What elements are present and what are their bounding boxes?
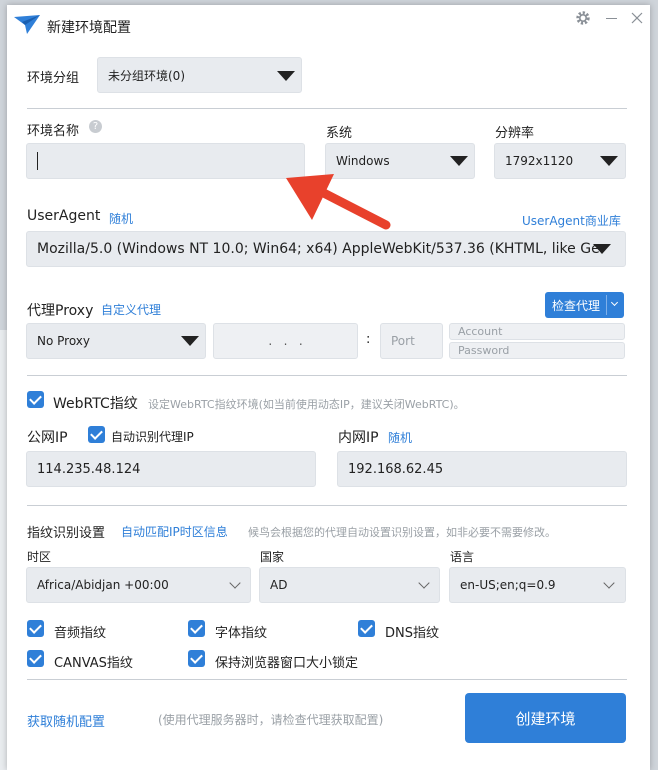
divider <box>27 108 627 109</box>
canvas-fingerprint-checkbox[interactable] <box>27 650 44 667</box>
button-divider <box>606 295 607 315</box>
language-value: en-US;en;q=0.9 <box>460 578 556 592</box>
help-icon: ? <box>89 120 102 133</box>
font-fingerprint-checkbox[interactable] <box>188 620 205 637</box>
divider <box>27 679 627 680</box>
auto-match-timezone-link[interactable]: 自动匹配IP时区信息 <box>121 523 228 540</box>
timezone-label: 时区 <box>27 550 52 564</box>
country-select[interactable]: AD <box>259 567 440 603</box>
window-title: 新建环境配置 <box>47 20 131 36</box>
canvas-fingerprint-label: CANVAS指纹 <box>54 656 133 671</box>
chevron-down-icon <box>277 71 295 81</box>
public-ip-value: 114.235.48.124 <box>37 461 141 477</box>
dns-fingerprint-checkbox[interactable] <box>358 620 375 637</box>
chevron-down-icon <box>593 244 611 254</box>
settings-gear-icon[interactable] <box>575 10 591 26</box>
proxy-port-input[interactable]: Port <box>380 323 443 359</box>
audio-fingerprint-checkbox[interactable] <box>27 620 44 637</box>
resolution-label: 分辨率 <box>495 126 535 141</box>
proxy-password-placeholder: Password <box>458 344 510 357</box>
colon-separator: : <box>366 332 371 347</box>
resolution-select-value: 1792x1120 <box>505 154 574 168</box>
proxy-label: 代理Proxy <box>27 303 94 319</box>
audio-fingerprint-label: 音频指纹 <box>54 626 107 641</box>
proxy-password-input[interactable]: Password <box>449 342 625 359</box>
proxy-ip-input[interactable]: . . . <box>213 323 358 359</box>
private-ip-input[interactable]: 192.168.62.45 <box>337 451 627 487</box>
webrtc-hint: 设定WebRTC指纹环境(如当前使用动态IP，建议关闭WebRTC)。 <box>148 398 465 411</box>
app-logo-icon <box>14 15 40 34</box>
lock-window-size-checkbox[interactable] <box>188 650 205 667</box>
group-select-value: 未分组环境(0) <box>108 68 185 83</box>
divider <box>27 505 627 506</box>
fingerprint-hint: 候鸟会根据您的代理自动设置识别设置，如非必要不需要修改。 <box>248 526 556 539</box>
private-ip-label: 内网IP <box>338 430 379 446</box>
random-config-link[interactable]: 获取随机配置 <box>27 711 105 730</box>
chevron-down-icon <box>450 156 468 166</box>
env-name-label: 环境名称 <box>27 124 80 139</box>
proxy-type-value: No Proxy <box>37 334 91 348</box>
fingerprint-label: 指纹识别设置 <box>27 526 106 541</box>
private-ip-value: 192.168.62.45 <box>348 461 444 477</box>
public-ip-label: 公网IP <box>27 430 68 446</box>
custom-proxy-link[interactable]: 自定义代理 <box>101 301 161 318</box>
font-fingerprint-label: 字体指纹 <box>215 626 268 641</box>
proxy-account-placeholder: Account <box>458 325 503 338</box>
proxy-type-select[interactable]: No Proxy <box>26 323 206 359</box>
useragent-select[interactable]: Mozilla/5.0 (Windows NT 10.0; Win64; x64… <box>26 231 626 267</box>
new-environment-dialog: 新建环境配置 环境分组 未分组环境(0) 环境名称 ? 系统 Windows 分… <box>7 5 650 770</box>
language-select[interactable]: en-US;en;q=0.9 <box>449 567 626 603</box>
create-environment-button[interactable]: 创建环境 <box>465 693 626 743</box>
check-proxy-label: 检查代理 <box>552 299 601 313</box>
footer-note: (使用代理服务器时，请检查代理获取配置) <box>158 713 384 727</box>
useragent-select-value: Mozilla/5.0 (Windows NT 10.0; Win64; x64… <box>37 241 600 257</box>
group-label: 环境分组 <box>27 71 80 86</box>
timezone-value: Africa/Abidjan +00:00 <box>37 578 169 592</box>
system-select-value: Windows <box>336 154 390 168</box>
proxy-port-placeholder: Port <box>391 334 415 348</box>
chevron-down-icon <box>610 298 619 307</box>
webrtc-label: WebRTC指纹 <box>53 396 138 412</box>
proxy-account-input[interactable]: Account <box>449 323 625 340</box>
useragent-random-link[interactable]: 随机 <box>109 210 133 227</box>
useragent-label: UserAgent <box>27 208 101 224</box>
dns-fingerprint-label: DNS指纹 <box>385 626 439 641</box>
text-cursor <box>37 152 38 170</box>
private-ip-random-link[interactable]: 随机 <box>388 429 412 446</box>
system-label: 系统 <box>326 126 353 141</box>
check-proxy-button[interactable]: 检查代理 <box>545 292 624 318</box>
minimize-icon[interactable] <box>606 18 617 19</box>
webrtc-checkbox[interactable] <box>27 391 44 408</box>
public-ip-input[interactable]: 114.235.48.124 <box>26 451 316 487</box>
create-environment-label: 创建环境 <box>515 709 576 728</box>
chevron-down-icon <box>600 156 618 166</box>
language-label: 语言 <box>450 550 475 564</box>
lock-window-size-label: 保持浏览器窗口大小锁定 <box>215 656 359 671</box>
chevron-down-icon <box>181 336 199 346</box>
background-window-edge <box>0 330 7 770</box>
group-select[interactable]: 未分组环境(0) <box>97 57 302 93</box>
auto-detect-proxy-ip-checkbox[interactable] <box>88 426 105 443</box>
useragent-library-link[interactable]: UserAgent商业库 <box>522 212 621 229</box>
close-icon[interactable] <box>631 12 643 24</box>
red-arrow-annotation <box>286 174 391 230</box>
timezone-select[interactable]: Africa/Abidjan +00:00 <box>26 567 251 603</box>
proxy-ip-placeholder: . . . <box>268 334 303 348</box>
auto-detect-proxy-ip-label: 自动识别代理IP <box>111 430 194 444</box>
country-value: AD <box>270 578 288 592</box>
divider <box>27 375 627 376</box>
country-label: 国家 <box>260 550 285 564</box>
env-name-input[interactable] <box>26 143 305 179</box>
